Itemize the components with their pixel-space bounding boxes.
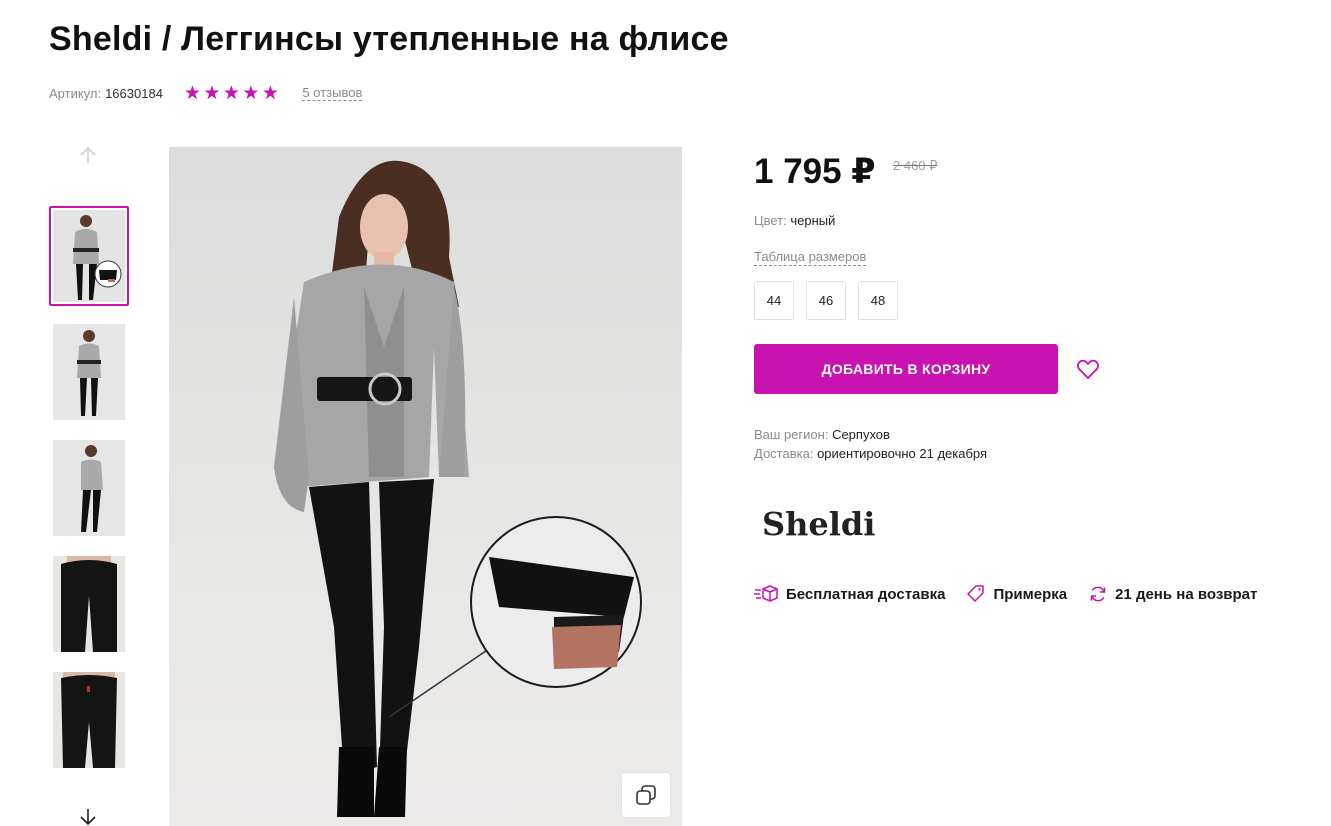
region-row: Ваш регион: Серпухов [754,425,987,444]
star-icon: ★ [183,82,201,104]
size-option-46[interactable]: 46 [806,281,846,320]
main-product-photo[interactable] [169,147,682,826]
add-to-cart-button[interactable]: ДОБАВИТЬ В КОРЗИНУ [754,344,1058,394]
refresh-icon [1090,586,1106,602]
sku-label: Артикул: [49,85,102,101]
old-price: 2 460 ₽ [893,158,938,173]
thumbnail-image [53,556,125,652]
thumbnail-list [49,206,129,786]
star-icon: ★ [261,82,279,104]
color-label: Цвет: [754,213,787,228]
color-value: черный [790,213,836,228]
thumbnail-5[interactable] [49,670,129,770]
star-icon: ★ [242,82,260,104]
delivery-info: Ваш регион: Серпухов Доставка: ориентиро… [754,425,987,463]
feature-label: 21 день на возврат [1115,585,1258,603]
thumbnail-3[interactable] [49,438,129,538]
product-meta: Артикул: 16630184 ★ ★ ★ ★ ★ 5 отзывов [49,82,363,104]
thumbnail-1[interactable] [49,206,129,306]
delivery-label: Доставка: [754,446,814,461]
thumbnail-4[interactable] [49,554,129,654]
brand-logo[interactable]: Sheldi [762,505,875,543]
sku-value: 16630184 [105,85,163,101]
arrow-up-icon[interactable] [77,144,99,166]
star-icon: ★ [203,82,221,104]
feature-free-delivery: Бесплатная доставка [754,584,945,604]
thumbnail-image [53,324,125,420]
thumbnail-image [53,440,125,536]
size-option-44[interactable]: 44 [754,281,794,320]
feature-label: Бесплатная доставка [786,585,946,603]
region-label: Ваш регион: [754,427,829,442]
arrow-down-icon[interactable] [77,806,99,826]
heart-icon[interactable] [1075,356,1101,382]
size-option-48[interactable]: 48 [858,281,898,320]
page-title: Sheldi / Леггинсы утепленные на флисе [49,20,729,58]
thumbnail-2[interactable] [49,322,129,422]
delivery-box-icon [754,585,778,602]
feature-fitting: Примерка [967,585,1067,603]
size-table-link[interactable]: Таблица размеров [754,249,867,266]
color-row: Цвет: черный [754,213,835,228]
tag-icon [967,585,985,602]
star-icon: ★ [222,82,240,104]
zoom-button[interactable] [622,773,670,817]
feature-label: Примерка [993,585,1068,603]
delivery-row: Доставка: ориентировочно 21 декабря [754,444,987,463]
feature-return: 21 день на возврат [1089,585,1257,603]
reviews-link[interactable]: 5 отзывов [302,85,363,101]
features-list: Бесплатная доставка Примерка 21 день на … [754,584,1257,604]
size-selector: 44 46 48 [754,281,910,320]
copy-zoom-icon [636,785,656,805]
region-value[interactable]: Серпухов [832,427,890,442]
product-photo-illustration [274,160,642,817]
thumbnail-image [53,210,125,302]
thumbnail-image [53,672,125,768]
delivery-value: ориентировочно 21 декабря [817,446,988,461]
current-price: 1 795 ₽ [754,152,876,191]
rating-stars: ★ ★ ★ ★ ★ [183,84,281,103]
